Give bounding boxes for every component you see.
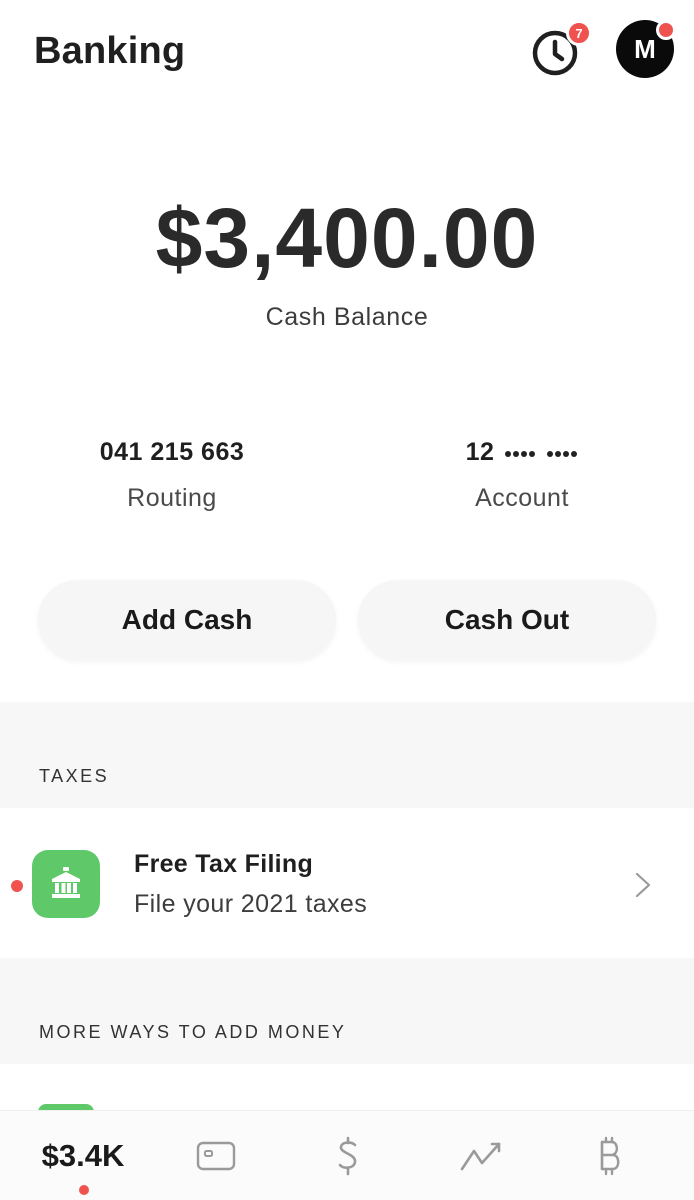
routing-value: 041 215 663 [99,438,245,466]
nav-card-tab[interactable] [182,1111,250,1200]
account-label: Account [475,484,569,512]
bitcoin-icon [600,1136,620,1176]
active-tab-dot [79,1185,89,1195]
page-title: Banking [34,30,186,72]
taxes-section-header: TAXES [0,702,694,808]
account-prefix: 12 [465,438,495,466]
activity-badge: 7 [566,20,592,46]
tax-filing-subtitle: File your 2021 taxes [134,890,368,918]
card-icon [196,1141,236,1171]
avatar-notification-dot [656,20,676,40]
bank-icon [32,850,100,918]
nav-investing-tab[interactable] [448,1111,516,1200]
taxes-section-label: TAXES [39,766,110,786]
header: Banking 7 M [0,0,694,110]
cash-out-button[interactable]: Cash Out [358,580,656,660]
routing-number[interactable]: 041 215 663 Routing [22,438,322,513]
bottom-nav: $3.4K [0,1110,694,1200]
add-cash-button[interactable]: Add Cash [38,580,336,660]
nav-dollar-tab[interactable] [314,1111,382,1200]
banking-screen: Banking 7 M $3,400.00 Cash Balance 041 2… [0,0,694,1200]
more-ways-row[interactable] [0,1064,694,1110]
investing-icon [460,1142,501,1171]
tax-filing-title: Free Tax Filing [134,850,314,878]
masked-digits [504,439,536,468]
chevron-right-icon [635,872,651,898]
dollar-icon [338,1136,357,1176]
routing-label: Routing [127,484,217,512]
more-ways-section-header: MORE WAYS TO ADD MONEY [0,958,694,1064]
cash-balance-label: Cash Balance [265,303,429,331]
cash-balance-amount: $3,400.00 [155,191,539,285]
unread-dot [11,880,23,892]
account-number[interactable]: 12 Account [372,438,672,513]
nav-bitcoin-tab[interactable] [576,1111,644,1200]
account-value: 12 [372,438,672,470]
more-ways-section-label: MORE WAYS TO ADD MONEY [39,1022,347,1042]
masked-digits [546,439,578,468]
free-tax-filing-row[interactable]: Free Tax Filing File your 2021 taxes [0,808,694,958]
